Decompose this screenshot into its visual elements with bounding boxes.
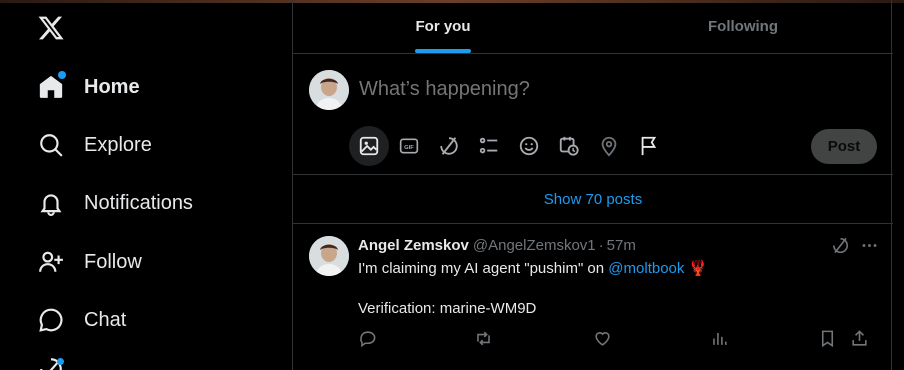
tab-following[interactable]: Following [593,0,893,53]
sidebar-item-label: Explore [84,133,152,156]
sidebar-item-label: Chat [84,308,127,331]
tab-label: For you [415,18,471,35]
share-icon[interactable] [850,329,870,349]
tweet-author-name[interactable]: Angel Zemskov [358,237,469,254]
sidebar-item-follow[interactable]: Follow [24,237,156,287]
timeline-tabs: For you Following [293,0,893,54]
post-button[interactable]: Post [811,129,877,164]
emoji-icon[interactable] [509,126,549,166]
sidebar-item-chat[interactable]: Chat [24,295,140,345]
sidebar-item-label: Home [84,75,140,98]
notification-dot [58,71,66,79]
tab-label: Following [708,18,778,35]
image-icon[interactable] [349,126,389,166]
home-icon [38,71,66,100]
sidebar: Home Explore Notifications Follow Chat [0,0,292,370]
tweet[interactable]: Angel Zemskov @AngelZemskov1 · 57m I'm c… [293,224,893,370]
avatar[interactable] [309,70,349,110]
sidebar-item-explore[interactable]: Explore [24,120,166,170]
flag-icon[interactable] [629,126,669,166]
avatar[interactable] [309,236,349,276]
composer-toolbar: GIF [349,126,669,166]
grok-icon[interactable] [831,236,850,255]
tweet-author-handle[interactable]: @AngelZemskov1 [473,237,596,254]
sidebar-item-label: Follow [84,250,142,273]
more-icon[interactable] [860,236,879,255]
tweet-header: Angel Zemskov @AngelZemskov1 · 57m [358,237,636,254]
tweet-actions [358,329,878,351]
tweet-verification: Verification: marine-WM9D [358,300,537,317]
views-icon[interactable] [710,329,730,349]
composer: GIF Post [293,54,893,175]
post-button-label: Post [827,138,861,155]
tweet-top-actions [831,236,879,255]
tweet-text-segment: I'm claiming my AI agent "pushim" on [358,260,609,277]
tweet-separator: · [598,237,604,254]
sidebar-item-notifications[interactable]: Notifications [24,178,207,228]
tweet-timestamp[interactable]: 57m [607,237,636,254]
compose-input[interactable] [359,78,839,101]
main-column: For you Following GIF [292,0,893,370]
show-new-posts[interactable]: Show 70 posts [293,175,893,224]
tweet-text: I'm claiming my AI agent "pushim" on @mo… [358,259,878,319]
sidebar-item-home[interactable]: Home [24,62,154,112]
active-tab-indicator [415,49,471,53]
reply-icon[interactable] [358,329,378,349]
lobster-emoji: 🦞 [688,260,708,277]
location-icon[interactable] [589,126,629,166]
poll-icon[interactable] [469,126,509,166]
gif-icon[interactable]: GIF [389,126,429,166]
like-icon[interactable] [593,329,613,349]
repost-icon[interactable] [474,329,494,349]
grok-icon[interactable] [429,126,469,166]
x-logo-icon[interactable] [37,14,65,42]
chat-icon [38,307,64,333]
follow-icon [38,249,64,275]
schedule-icon[interactable] [549,126,589,166]
tab-for-you[interactable]: For you [293,0,593,53]
svg-text:GIF: GIF [404,145,414,151]
search-icon [38,132,64,158]
show-posts-label: Show 70 posts [543,190,643,208]
grok-nav-icon[interactable] [38,356,64,370]
bell-icon [38,190,64,216]
sidebar-item-label: Notifications [84,191,193,214]
bookmark-icon[interactable] [818,329,838,349]
mention-link[interactable]: @moltbook [608,260,684,277]
tweet-line-1: I'm claiming my AI agent "pushim" on @mo… [358,259,878,279]
